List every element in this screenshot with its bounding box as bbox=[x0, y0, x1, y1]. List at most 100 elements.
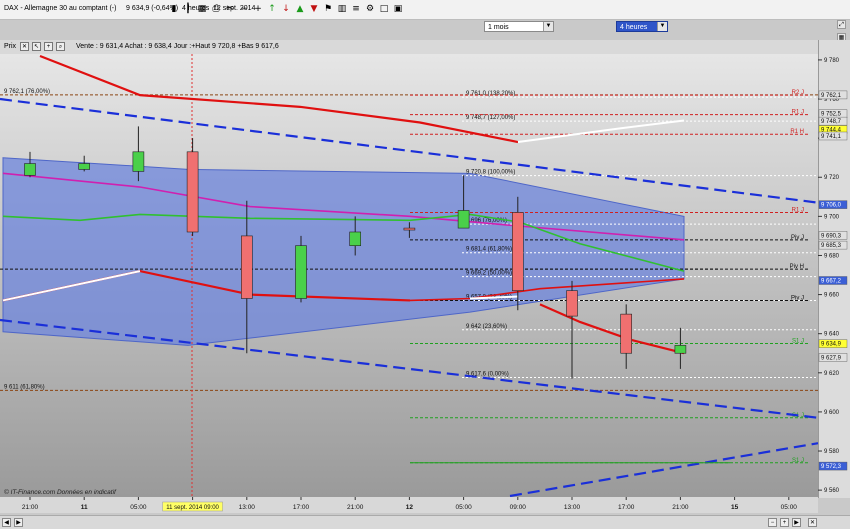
pivot-label: R1 J bbox=[792, 110, 804, 116]
price-tick-label: 9 780 bbox=[824, 58, 840, 64]
plus-icon[interactable]: + bbox=[252, 3, 264, 15]
time-tick-label: 05:00 bbox=[130, 504, 147, 511]
blank-icon[interactable]: □ bbox=[378, 3, 390, 15]
up-arrow-green-icon[interactable]: ▲ bbox=[294, 3, 306, 15]
price-tag-label: 9 752,5 bbox=[821, 112, 842, 118]
prix-label: Prix bbox=[4, 43, 17, 50]
time-tick-label: 21:00 bbox=[22, 504, 39, 511]
fib-level-label: 9 720,8 (100,00%) bbox=[466, 170, 515, 176]
price-tick-label: 9 600 bbox=[824, 410, 840, 416]
side-level-label: 9 611 (61,80%) bbox=[4, 384, 45, 390]
window-buttons: ⤢ ▦ bbox=[837, 20, 846, 42]
candles-icon[interactable]: ┃ bbox=[182, 3, 194, 15]
pivot-label: S1 J bbox=[792, 458, 804, 464]
time-tick-label: 17:00 bbox=[293, 504, 310, 511]
lines-icon[interactable]: ≡ bbox=[350, 3, 362, 15]
chevron-down-icon: ▼ bbox=[543, 22, 553, 31]
pivot-label: S1 J bbox=[792, 338, 804, 344]
time-tick-label: 12 bbox=[406, 504, 414, 511]
price-tick-label: 9 720 bbox=[824, 175, 840, 181]
flag-icon[interactable]: ⚑ bbox=[322, 3, 334, 15]
price-tag-label: 9 762,1 bbox=[821, 93, 842, 99]
price-tick-label: 9 660 bbox=[824, 293, 840, 299]
candle-body[interactable] bbox=[349, 231, 362, 246]
bottom-bar: ◀ ▶ − + ▶ ✕ bbox=[0, 515, 850, 529]
zoom-in-icon[interactable]: + bbox=[780, 518, 789, 527]
minus-icon[interactable]: − bbox=[238, 3, 250, 15]
fib-level-label: 9 669,2 (50,00%) bbox=[466, 271, 512, 277]
table-icon[interactable]: ▦ bbox=[196, 3, 208, 15]
bar-chart-icon[interactable]: ▮ bbox=[168, 3, 180, 15]
fullscreen-icon[interactable]: ⤢ bbox=[837, 20, 846, 29]
time-tick-label: 21:00 bbox=[347, 504, 364, 511]
scissors-icon[interactable]: ✂ bbox=[224, 3, 236, 15]
fib-level-label: 9 681,4 (61,80%) bbox=[466, 247, 512, 253]
close-icon[interactable]: ✕ bbox=[20, 42, 29, 51]
pivot-label: R2 J bbox=[792, 90, 804, 96]
candle-body[interactable] bbox=[186, 151, 199, 233]
candle-body[interactable] bbox=[78, 163, 90, 170]
scroll-end-icon[interactable]: ▶ bbox=[792, 518, 801, 527]
scroll-right-icon[interactable]: ▶ bbox=[14, 518, 23, 527]
down-arrow-icon[interactable]: ↓ bbox=[280, 3, 292, 15]
print-icon[interactable]: ⎙ bbox=[210, 3, 222, 15]
price-chart[interactable]: 9 761,0 (138,20%) 9 748,7 (127,00%) 9 720,… bbox=[0, 54, 850, 515]
price-tick-label: 9 680 bbox=[824, 253, 840, 259]
zoom-icon[interactable]: ⌕ bbox=[56, 42, 65, 51]
bar-chart-2-icon[interactable]: ▥ bbox=[336, 3, 348, 15]
candle-body[interactable] bbox=[674, 345, 687, 354]
candle-body[interactable] bbox=[457, 210, 470, 229]
watermark: © IT-Finance.com Données en indicatif bbox=[4, 488, 117, 496]
fib-level-label: 9 761,0 (138,20%) bbox=[466, 91, 515, 97]
scroll-left-icon[interactable]: ◀ bbox=[2, 518, 11, 527]
candle-body[interactable] bbox=[24, 163, 36, 176]
range-value: 1 mois bbox=[488, 24, 509, 31]
time-tick-label: 13:00 bbox=[239, 504, 256, 511]
window-title: DAX - Allemagne 30 au comptant (-) bbox=[4, 5, 117, 12]
pivot-label: R1 H bbox=[790, 129, 804, 135]
pivot-label: Piv H bbox=[790, 264, 804, 270]
price-tag-label: 9 572,3 bbox=[821, 464, 842, 470]
interval-value: 4 heures bbox=[620, 24, 648, 31]
price-tick-label: 9 560 bbox=[824, 488, 840, 494]
interval-select[interactable]: 4 heures ▼ bbox=[616, 21, 668, 32]
down-arrow-red-icon[interactable]: ▼ bbox=[308, 3, 320, 15]
price-tag-label: 9 690,3 bbox=[821, 233, 842, 239]
side-level-label: 9 762,1 (76,00%) bbox=[4, 89, 50, 95]
range-select[interactable]: 1 mois ▼ bbox=[484, 21, 554, 32]
price-tick-label: 9 640 bbox=[824, 332, 840, 338]
settings-icon[interactable]: ⚙ bbox=[364, 3, 376, 15]
time-tick-label: 05:00 bbox=[781, 504, 798, 511]
crosshair-icon[interactable]: + bbox=[44, 42, 53, 51]
close-icon[interactable]: ✕ bbox=[808, 518, 817, 527]
toolbar: ▮ ┃ ▦ ⎙ ✂ − + ↑ ↓ ▲ ▼ ⚑ ▥ ≡ ⚙ □ ▣ bbox=[168, 3, 404, 16]
candle-body[interactable] bbox=[403, 227, 416, 231]
chevron-down-icon: ▼ bbox=[657, 22, 667, 31]
price-tag-label: 9 685,3 bbox=[821, 243, 842, 249]
candle-body[interactable] bbox=[620, 313, 633, 354]
time-tick-label: 11 bbox=[81, 504, 88, 511]
price-tick-label: 9 580 bbox=[824, 449, 840, 455]
title-bar: DAX - Allemagne 30 au comptant (-) 9 634… bbox=[0, 0, 850, 20]
candle-body[interactable] bbox=[132, 151, 145, 172]
candle-body[interactable] bbox=[566, 290, 578, 317]
candle-body[interactable] bbox=[511, 212, 524, 291]
price-tick-label: 9 620 bbox=[824, 371, 840, 377]
zoom-out-icon[interactable]: − bbox=[768, 518, 777, 527]
candle-body[interactable] bbox=[241, 235, 253, 299]
cursor-icon[interactable]: ↖ bbox=[32, 42, 41, 51]
time-tick-label: 15 bbox=[731, 504, 739, 511]
fib-level-label: 9 748,7 (127,00%) bbox=[466, 115, 515, 121]
quote-info: Vente : 9 631,4 Achat : 9 638,4 Jour :+H… bbox=[76, 43, 279, 50]
time-tick-label: 05:00 bbox=[455, 504, 472, 511]
price-tick-label: 9 700 bbox=[824, 214, 840, 220]
pivot-label: R1 J bbox=[792, 207, 804, 213]
time-tick-label: 13:00 bbox=[564, 504, 581, 511]
pivot-label: Piv J bbox=[791, 295, 804, 301]
price-tag-label: 9 667,2 bbox=[821, 278, 842, 284]
time-tick-label: 17:00 bbox=[618, 504, 635, 511]
price-tag-label: 9 741,1 bbox=[821, 134, 842, 140]
up-arrow-icon[interactable]: ↑ bbox=[266, 3, 278, 15]
candle-body[interactable] bbox=[295, 245, 307, 299]
layout-icon[interactable]: ▣ bbox=[392, 3, 404, 15]
